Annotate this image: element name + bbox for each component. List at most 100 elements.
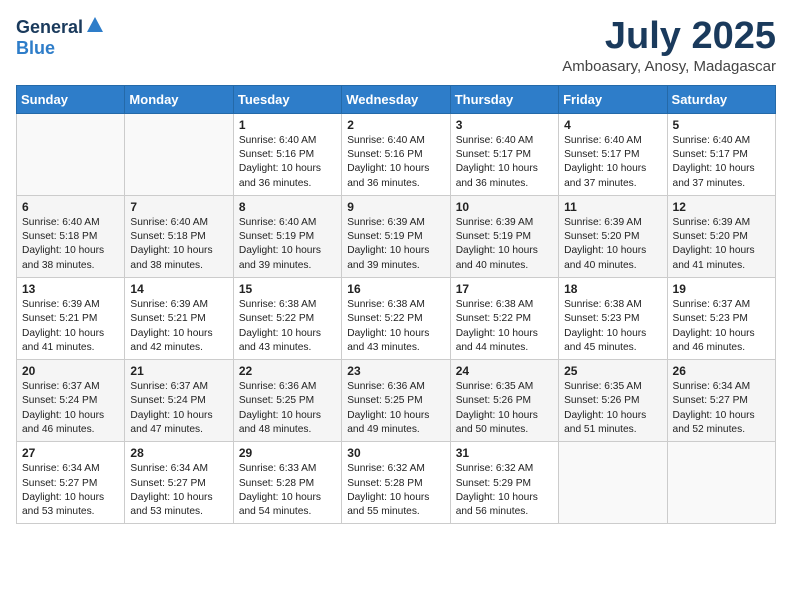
day-number: 14 — [130, 282, 227, 296]
calendar-cell — [559, 442, 667, 524]
day-number: 26 — [673, 364, 770, 378]
day-number: 13 — [22, 282, 119, 296]
cell-content: Sunrise: 6:39 AMSunset: 5:20 PMDaylight:… — [673, 216, 770, 273]
cell-content: Sunrise: 6:40 AMSunset: 5:17 PMDaylight:… — [456, 134, 553, 191]
day-number: 16 — [347, 282, 444, 296]
calendar-cell: 13 Sunrise: 6:39 AMSunset: 5:21 PMDayligh… — [17, 278, 125, 360]
logo-blue: Blue — [16, 39, 55, 59]
calendar-cell: 7 Sunrise: 6:40 AMSunset: 5:18 PMDaylight… — [125, 195, 233, 277]
cell-content: Sunrise: 6:37 AMSunset: 5:24 PMDaylight:… — [130, 380, 227, 437]
calendar-cell: 21 Sunrise: 6:37 AMSunset: 5:24 PMDayligh… — [125, 360, 233, 442]
day-header-tuesday: Tuesday — [233, 85, 341, 113]
day-header-wednesday: Wednesday — [342, 85, 450, 113]
cell-content: Sunrise: 6:35 AMSunset: 5:26 PMDaylight:… — [456, 380, 553, 437]
calendar-cell: 10 Sunrise: 6:39 AMSunset: 5:19 PMDayligh… — [450, 195, 558, 277]
calendar-cell: 29 Sunrise: 6:33 AMSunset: 5:28 PMDayligh… — [233, 442, 341, 524]
calendar-cell: 31 Sunrise: 6:32 AMSunset: 5:29 PMDayligh… — [450, 442, 558, 524]
calendar-cell: 23 Sunrise: 6:36 AMSunset: 5:25 PMDayligh… — [342, 360, 450, 442]
cell-content: Sunrise: 6:40 AMSunset: 5:18 PMDaylight:… — [130, 216, 227, 273]
cell-content: Sunrise: 6:39 AMSunset: 5:19 PMDaylight:… — [347, 216, 444, 273]
cell-content: Sunrise: 6:39 AMSunset: 5:21 PMDaylight:… — [22, 298, 119, 355]
cell-content: Sunrise: 6:34 AMSunset: 5:27 PMDaylight:… — [673, 380, 770, 437]
day-number: 1 — [239, 118, 336, 132]
day-number: 29 — [239, 446, 336, 460]
day-number: 8 — [239, 200, 336, 214]
day-number: 4 — [564, 118, 661, 132]
day-number: 20 — [22, 364, 119, 378]
calendar-cell: 22 Sunrise: 6:36 AMSunset: 5:25 PMDayligh… — [233, 360, 341, 442]
cell-content: Sunrise: 6:37 AMSunset: 5:23 PMDaylight:… — [673, 298, 770, 355]
day-number: 21 — [130, 364, 227, 378]
calendar-week-row: 20 Sunrise: 6:37 AMSunset: 5:24 PMDayligh… — [17, 360, 776, 442]
calendar-week-row: 27 Sunrise: 6:34 AMSunset: 5:27 PMDayligh… — [17, 442, 776, 524]
cell-content: Sunrise: 6:36 AMSunset: 5:25 PMDaylight:… — [347, 380, 444, 437]
logo: General Blue — [16, 16, 104, 59]
day-number: 3 — [456, 118, 553, 132]
day-number: 31 — [456, 446, 553, 460]
cell-content: Sunrise: 6:36 AMSunset: 5:25 PMDaylight:… — [239, 380, 336, 437]
day-number: 27 — [22, 446, 119, 460]
calendar-cell: 8 Sunrise: 6:40 AMSunset: 5:19 PMDaylight… — [233, 195, 341, 277]
day-number: 11 — [564, 200, 661, 214]
calendar-cell: 11 Sunrise: 6:39 AMSunset: 5:20 PMDayligh… — [559, 195, 667, 277]
day-header-friday: Friday — [559, 85, 667, 113]
month-title: July 2025 — [562, 16, 776, 58]
cell-content: Sunrise: 6:38 AMSunset: 5:23 PMDaylight:… — [564, 298, 661, 355]
calendar-cell: 1 Sunrise: 6:40 AMSunset: 5:16 PMDaylight… — [233, 113, 341, 195]
calendar-week-row: 6Sunrise: 6:40 AMSunset: 5:18 PMDaylight… — [17, 195, 776, 277]
calendar-week-row: 1 Sunrise: 6:40 AMSunset: 5:16 PMDaylight… — [17, 113, 776, 195]
calendar-cell: 17 Sunrise: 6:38 AMSunset: 5:22 PMDayligh… — [450, 278, 558, 360]
cell-content: Sunrise: 6:38 AMSunset: 5:22 PMDaylight:… — [456, 298, 553, 355]
calendar-cell: 3 Sunrise: 6:40 AMSunset: 5:17 PMDaylight… — [450, 113, 558, 195]
day-number: 28 — [130, 446, 227, 460]
cell-content: Sunrise: 6:40 AMSunset: 5:17 PMDaylight:… — [673, 134, 770, 191]
day-number: 5 — [673, 118, 770, 132]
day-number: 19 — [673, 282, 770, 296]
day-header-thursday: Thursday — [450, 85, 558, 113]
day-number: 12 — [673, 200, 770, 214]
calendar-week-row: 13 Sunrise: 6:39 AMSunset: 5:21 PMDayligh… — [17, 278, 776, 360]
calendar-table: SundayMondayTuesdayWednesdayThursdayFrid… — [16, 85, 776, 525]
cell-content: Sunrise: 6:40 AMSunset: 5:18 PMDaylight:… — [22, 216, 119, 273]
calendar-cell: 27Sunrise: 6:34 AMSunset: 5:27 PMDayligh… — [17, 442, 125, 524]
calendar-cell — [125, 113, 233, 195]
cell-content: Sunrise: 6:32 AMSunset: 5:28 PMDaylight:… — [347, 462, 444, 519]
cell-content: Sunrise: 6:39 AMSunset: 5:19 PMDaylight:… — [456, 216, 553, 273]
day-number: 23 — [347, 364, 444, 378]
cell-content: Sunrise: 6:33 AMSunset: 5:28 PMDaylight:… — [239, 462, 336, 519]
day-number: 15 — [239, 282, 336, 296]
location: Amboasary, Anosy, Madagascar — [562, 58, 776, 75]
logo-triangle-icon — [86, 16, 104, 34]
calendar-header-row: SundayMondayTuesdayWednesdayThursdayFrid… — [17, 85, 776, 113]
calendar-cell: 26 Sunrise: 6:34 AMSunset: 5:27 PMDayligh… — [667, 360, 775, 442]
calendar-cell — [17, 113, 125, 195]
day-header-monday: Monday — [125, 85, 233, 113]
calendar-cell: 15 Sunrise: 6:38 AMSunset: 5:22 PMDayligh… — [233, 278, 341, 360]
calendar-cell: 30 Sunrise: 6:32 AMSunset: 5:28 PMDayligh… — [342, 442, 450, 524]
cell-content: Sunrise: 6:37 AMSunset: 5:24 PMDaylight:… — [22, 380, 119, 437]
title-block: July 2025 Amboasary, Anosy, Madagascar — [562, 16, 776, 75]
day-number: 7 — [130, 200, 227, 214]
cell-content: Sunrise: 6:40 AMSunset: 5:16 PMDaylight:… — [239, 134, 336, 191]
page-header: General Blue July 2025 Amboasary, Anosy,… — [16, 16, 776, 75]
calendar-cell: 28 Sunrise: 6:34 AMSunset: 5:27 PMDayligh… — [125, 442, 233, 524]
cell-content: Sunrise: 6:39 AMSunset: 5:20 PMDaylight:… — [564, 216, 661, 273]
cell-content: Sunrise: 6:40 AMSunset: 5:19 PMDaylight:… — [239, 216, 336, 273]
calendar-cell: 5 Sunrise: 6:40 AMSunset: 5:17 PMDaylight… — [667, 113, 775, 195]
cell-content: Sunrise: 6:38 AMSunset: 5:22 PMDaylight:… — [239, 298, 336, 355]
day-number: 30 — [347, 446, 444, 460]
day-number: 9 — [347, 200, 444, 214]
cell-content: Sunrise: 6:32 AMSunset: 5:29 PMDaylight:… — [456, 462, 553, 519]
cell-content: Sunrise: 6:35 AMSunset: 5:26 PMDaylight:… — [564, 380, 661, 437]
calendar-cell: 14Sunrise: 6:39 AMSunset: 5:21 PMDayligh… — [125, 278, 233, 360]
day-number: 17 — [456, 282, 553, 296]
calendar-cell: 12 Sunrise: 6:39 AMSunset: 5:20 PMDayligh… — [667, 195, 775, 277]
day-number: 10 — [456, 200, 553, 214]
calendar-cell: 9 Sunrise: 6:39 AMSunset: 5:19 PMDaylight… — [342, 195, 450, 277]
day-number: 22 — [239, 364, 336, 378]
calendar-cell: 4Sunrise: 6:40 AMSunset: 5:17 PMDaylight… — [559, 113, 667, 195]
calendar-cell — [667, 442, 775, 524]
cell-content: Sunrise: 6:34 AMSunset: 5:27 PMDaylight:… — [130, 462, 227, 519]
calendar-cell: 20 Sunrise: 6:37 AMSunset: 5:24 PMDayligh… — [17, 360, 125, 442]
day-number: 18 — [564, 282, 661, 296]
